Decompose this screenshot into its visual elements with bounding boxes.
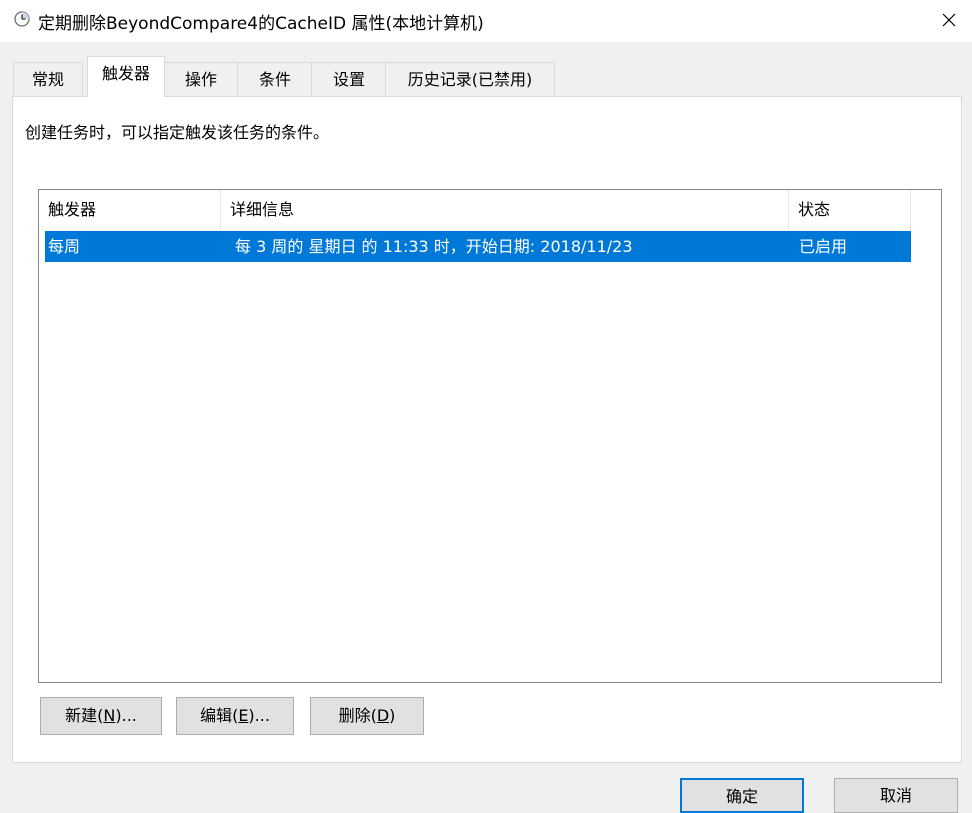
title-bar: 定期删除BeyondCompare4的CacheID 属性(本地计算机) [0,0,972,42]
trigger-type-cell: 每周 [48,237,81,256]
delete-trigger-label: 删除( [338,706,377,725]
tab-actions[interactable]: 操作 [163,62,239,96]
column-header-status[interactable]: 状态 [789,190,911,230]
edit-trigger-suffix: )... [248,706,270,725]
trigger-status-cell: 已启用 [799,237,848,256]
delete-trigger-button[interactable]: 删除(D) [310,697,424,735]
new-trigger-mnemonic: N [103,706,116,725]
tab-settings[interactable]: 设置 [311,62,387,96]
new-trigger-button[interactable]: 新建(N)... [40,697,162,735]
column-header-trigger[interactable]: 触发器 [39,190,221,230]
window-title: 定期删除BeyondCompare4的CacheID 属性(本地计算机) [38,14,484,34]
edit-trigger-button[interactable]: 编辑(E)... [176,697,294,735]
trigger-list[interactable]: 触发器 详细信息 状态 每周 每 3 周的 星期日 的 11:33 时，开始日期… [38,189,942,683]
edit-trigger-label: 编辑( [200,706,239,725]
tab-triggers[interactable]: 触发器 [87,56,165,97]
new-trigger-suffix: )... [115,706,137,725]
cancel-button[interactable]: 取消 [834,778,958,813]
ok-button[interactable]: 确定 [680,778,804,813]
delete-trigger-suffix: ) [389,706,396,725]
close-button[interactable] [926,0,972,42]
tab-conditions[interactable]: 条件 [237,62,313,96]
delete-trigger-mnemonic: D [376,706,390,725]
trigger-details-cell: 每 3 周的 星期日 的 11:33 时，开始日期: 2018/11/23 [235,237,633,256]
tab-general[interactable]: 常规 [13,62,83,96]
tab-history[interactable]: 历史记录(已禁用) [385,62,555,96]
close-icon [942,12,956,31]
column-header-details[interactable]: 详细信息 [221,190,789,230]
trigger-row[interactable]: 每周 每 3 周的 星期日 的 11:33 时，开始日期: 2018/11/23… [45,231,911,262]
triggers-description: 创建任务时，可以指定触发该任务的条件。 [25,123,330,142]
new-trigger-label: 新建( [65,706,104,725]
edit-trigger-mnemonic: E [238,706,249,725]
clock-icon [14,11,30,27]
